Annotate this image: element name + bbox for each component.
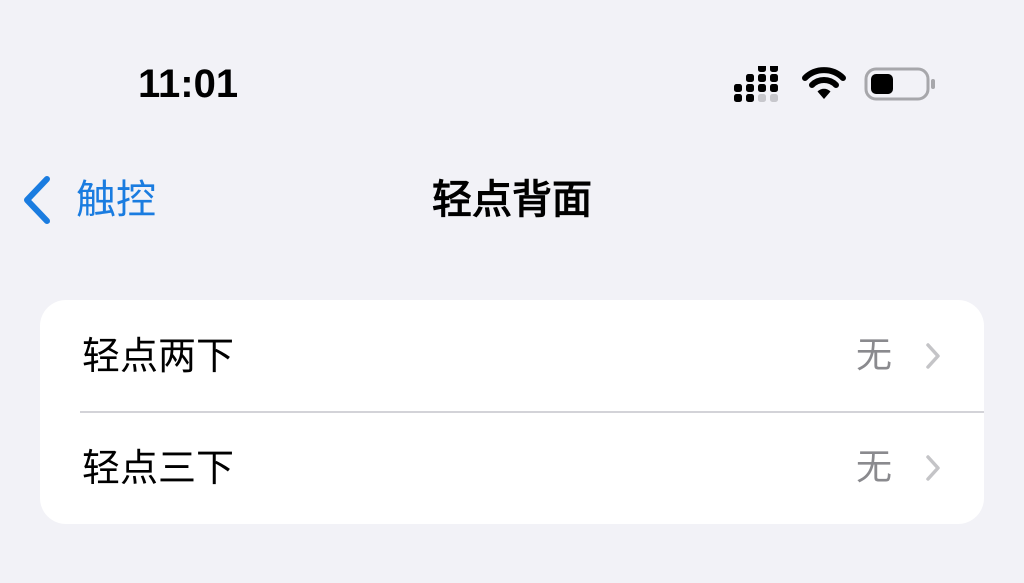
- settings-group: 轻点两下 无 轻点三下 无: [40, 300, 984, 524]
- chevron-right-icon: [926, 455, 940, 481]
- row-value: 无: [855, 447, 892, 488]
- signal-icon: [734, 66, 778, 102]
- wifi-icon: [802, 67, 846, 99]
- settings-row-double-tap[interactable]: 轻点两下 无: [40, 300, 984, 413]
- status-time: 11:01: [138, 62, 239, 106]
- page-title: 轻点背面: [432, 177, 592, 223]
- settings-row-triple-tap[interactable]: 轻点三下 无: [40, 412, 984, 524]
- row-label: 轻点两下: [82, 334, 235, 378]
- battery-icon: [864, 67, 935, 101]
- row-value: 无: [855, 335, 892, 376]
- status-icons: [732, 62, 942, 106]
- row-label: 轻点三下: [82, 446, 235, 490]
- settings-screen: 11:01 触控 轻点背面 轻点两下 无 轻点三下 无: [0, 0, 1024, 583]
- chevron-right-icon: [926, 343, 940, 369]
